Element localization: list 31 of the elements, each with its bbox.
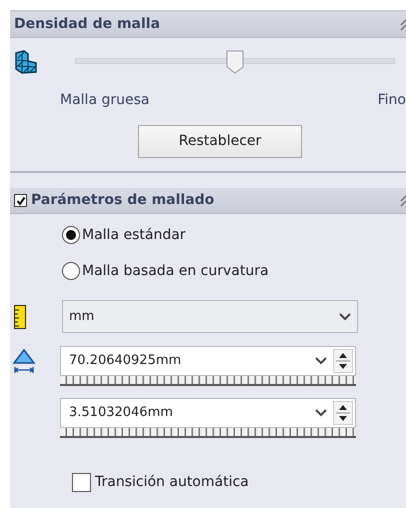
spin-buttons[interactable] bbox=[333, 401, 353, 425]
section-header[interactable]: Parámetros de mallado bbox=[10, 188, 406, 214]
radio-button[interactable] bbox=[62, 226, 80, 244]
number-field[interactable]: 70.20640925mm bbox=[60, 346, 356, 376]
slider[interactable] bbox=[75, 50, 395, 74]
radio-label: Malla basada en curvatura bbox=[82, 262, 269, 280]
reset-button[interactable]: Restablecer bbox=[138, 125, 302, 158]
section-title: Densidad de malla bbox=[14, 15, 160, 34]
thumbwheel[interactable] bbox=[60, 428, 356, 438]
slider-thumb[interactable] bbox=[226, 50, 244, 74]
spin-buttons[interactable] bbox=[333, 349, 353, 373]
ruler-icon bbox=[14, 304, 26, 328]
radio-button[interactable] bbox=[62, 262, 80, 280]
thumbwheel[interactable] bbox=[60, 376, 356, 386]
radio-option[interactable]: Malla estándar bbox=[62, 224, 406, 246]
min-label: Malla gruesa bbox=[60, 91, 150, 110]
collapse-icon[interactable] bbox=[400, 18, 406, 32]
units-dropdown[interactable]: mm bbox=[62, 300, 358, 333]
checkbox-label: Transición automática bbox=[95, 472, 249, 492]
radio-label: Malla estándar bbox=[82, 226, 186, 244]
collapse-icon[interactable] bbox=[400, 194, 406, 208]
element-size-icon bbox=[12, 348, 36, 374]
checkbox[interactable] bbox=[72, 472, 91, 492]
radio-option[interactable]: Malla basada en curvatura bbox=[62, 260, 406, 282]
max-label: Fino bbox=[378, 91, 406, 110]
section-title: Parámetros de mallado bbox=[31, 191, 214, 210]
number-field[interactable]: 3.51032046mm bbox=[60, 398, 356, 428]
section-header[interactable]: Densidad de malla bbox=[10, 12, 406, 38]
section-checkbox[interactable] bbox=[14, 194, 27, 207]
auto-transition-checkbox[interactable]: Transición automática bbox=[72, 472, 406, 492]
mesh-icon bbox=[14, 50, 38, 74]
